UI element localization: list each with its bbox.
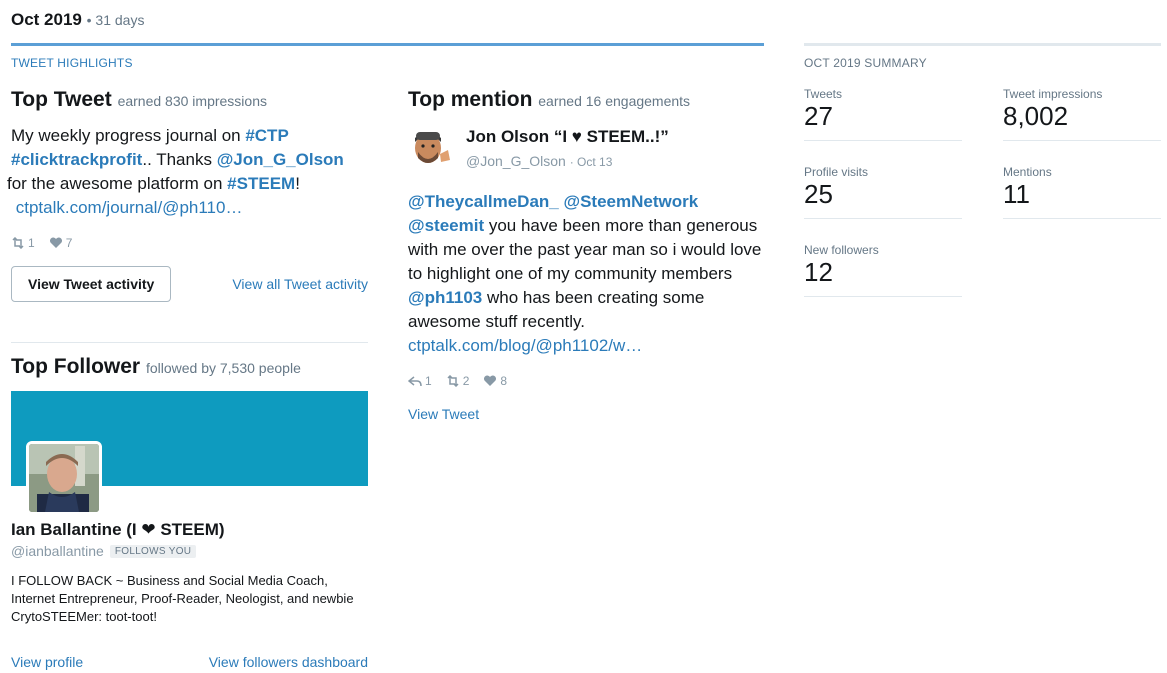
highlights-label: TWEET HIGHLIGHTS	[11, 56, 133, 70]
hashtag-link[interactable]: #CTP	[245, 126, 288, 145]
top-tweet-subtitle: earned 830 impressions	[117, 93, 267, 109]
tweet-text-part: for the awesome platform on	[7, 174, 228, 193]
mention-author-info: Jon Olson “I ♥ STEEM..!” @Jon_G_Olson · …	[466, 124, 669, 170]
retweet-icon	[12, 237, 24, 249]
follower-actions: View profile View followers dashboard	[11, 654, 368, 670]
top-tweet-text: My weekly progress journal on #CTP #clic…	[7, 124, 368, 220]
top-mention-title: Top mention earned 16 engagements	[408, 88, 768, 112]
mention-date[interactable]: · Oct 13	[570, 155, 613, 169]
right-column: Top mention earned 16 engagements Jon Ol…	[408, 88, 768, 424]
mention-meta: @Jon_G_Olson · Oct 13	[466, 153, 669, 169]
retweet-icon	[447, 375, 459, 387]
left-column: Top Tweet earned 830 impressions My week…	[7, 88, 368, 670]
follower-handle[interactable]: @ianballantine	[11, 543, 104, 559]
mention-avatar[interactable]	[408, 124, 454, 170]
mention-link[interactable]: @ph1103	[408, 288, 482, 307]
top-follower-subtitle: followed by 7,530 people	[145, 360, 301, 376]
mention-link[interactable]: @steemit	[408, 216, 484, 235]
top-mention-subtitle: earned 16 engagements	[538, 93, 691, 109]
avatar-image-icon	[29, 444, 99, 512]
mention-link[interactable]: @SteemNetwork	[564, 192, 699, 211]
top-tweet-heading: Top Tweet	[11, 88, 112, 111]
month-header: Oct 2019 • 31 days	[11, 10, 144, 30]
metric-label: Tweet impressions	[1003, 87, 1103, 101]
metric-label: New followers	[804, 243, 879, 257]
mention-link[interactable]: @Jon_G_Olson	[217, 150, 344, 169]
like-count: 8	[500, 374, 508, 388]
top-tweet-actions: View Tweet activity View all Tweet activ…	[11, 266, 368, 302]
follower-avatar[interactable]	[26, 441, 102, 515]
left-divider	[11, 342, 368, 343]
metric-value: 11	[1003, 179, 1030, 209]
view-profile-link[interactable]: View profile	[11, 654, 83, 670]
reply-stat: 1	[408, 374, 432, 388]
retweet-count: 1	[28, 236, 35, 250]
mention-author: Jon Olson “I ♥ STEEM..!” @Jon_G_Olson · …	[408, 124, 768, 170]
month-title: Oct 2019	[11, 10, 82, 29]
view-tweet-activity-button[interactable]: View Tweet activity	[11, 266, 172, 302]
hashtag-link[interactable]: #clicktrackprofit	[11, 150, 142, 169]
metric-mentions: Mentions 11	[1003, 165, 1161, 219]
month-days: • 31 days	[86, 12, 145, 28]
view-followers-dashboard-link[interactable]: View followers dashboard	[209, 654, 368, 670]
tweet-text-part: My weekly progress journal on	[11, 126, 246, 145]
tweet-url-link[interactable]: ctptalk.com/journal/@ph110…	[16, 198, 243, 217]
follower-bio: I FOLLOW BACK ~ Business and Social Medi…	[11, 573, 354, 624]
metric-label: Mentions	[1003, 165, 1052, 179]
follower-banner	[11, 391, 368, 515]
mention-stats: 1 2 8	[408, 374, 768, 388]
metric-value: 12	[804, 257, 833, 287]
like-stat: 7	[49, 236, 73, 250]
metric-new-followers: New followers 12	[804, 243, 962, 297]
follower-name[interactable]: Ian Ballantine (I ❤ STEEM)	[11, 520, 368, 540]
top-follower-heading: Top Follower	[11, 355, 141, 378]
mention-url-link[interactable]: ctptalk.com/blog/@ph1102/w…	[408, 336, 642, 355]
metric-label: Tweets	[804, 87, 843, 101]
like-stat: 8	[483, 374, 507, 388]
follows-you-badge: FOLLOWS YOU	[109, 544, 197, 558]
metric-label: Profile visits	[804, 165, 869, 179]
metric-profile-visits: Profile visits 25	[804, 165, 962, 219]
hashtag-link[interactable]: #STEEM	[227, 174, 295, 193]
retweet-stat: 2	[446, 374, 470, 388]
tweet-text-part: .. Thanks	[142, 150, 217, 169]
tweet-highlights: TWEET HIGHLIGHTS Top Tweet earned 830 im…	[7, 43, 764, 670]
mention-actions: View Tweet	[408, 406, 768, 424]
summary-label: OCT 2019 SUMMARY	[804, 56, 927, 70]
metric-value: 25	[804, 179, 833, 209]
heart-icon	[484, 375, 497, 386]
reply-count: 1	[425, 374, 432, 388]
retweet-stat: 1	[11, 236, 35, 250]
memoji-avatar-icon	[408, 124, 454, 170]
month-summary: OCT 2019 SUMMARY Tweets 27 Tweet impress…	[804, 43, 1161, 297]
view-tweet-link[interactable]: View Tweet	[408, 406, 479, 422]
metric-impressions: Tweet impressions 8,002	[1003, 87, 1161, 141]
mention-link[interactable]: @TheycallmeDan_	[408, 192, 559, 211]
metric-tweets: Tweets 27	[804, 87, 962, 141]
reply-icon	[408, 376, 422, 387]
tweet-text-part: !	[295, 174, 300, 193]
view-all-tweet-activity-link[interactable]: View all Tweet activity	[232, 276, 368, 292]
top-tweet-title: Top Tweet earned 830 impressions	[11, 88, 368, 112]
top-mention-heading: Top mention	[408, 88, 533, 111]
metric-value: 8,002	[1003, 101, 1069, 131]
mention-author-handle[interactable]: @Jon_G_Olson	[466, 153, 566, 169]
follower-handle-row: @ianballantine FOLLOWS YOU	[11, 543, 368, 559]
top-tweet-stats: 1 7	[11, 236, 368, 250]
mention-author-name[interactable]: Jon Olson “I ♥ STEEM..!”	[466, 127, 669, 147]
heart-icon	[49, 237, 62, 248]
metric-value: 27	[804, 101, 833, 131]
retweet-count: 2	[462, 374, 470, 388]
like-count: 7	[65, 236, 73, 250]
mention-text: @TheycallmeDan_ @SteemNetwork @steemit y…	[408, 190, 768, 358]
top-follower-title: Top Follower followed by 7,530 people	[11, 355, 368, 379]
